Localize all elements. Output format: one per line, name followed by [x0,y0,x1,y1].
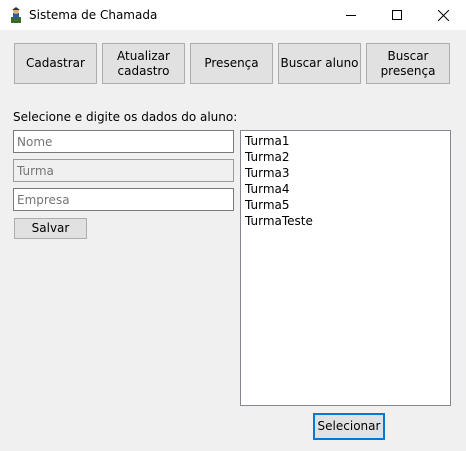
cadastrar-button[interactable]: Cadastrar [14,43,97,84]
list-item[interactable]: TurmaTeste [245,213,446,229]
minimize-icon [346,15,356,16]
maximize-icon [392,10,402,20]
title-bar: Sistema de Chamada [0,0,466,30]
close-icon [437,9,449,21]
nome-field[interactable] [13,130,234,153]
list-item[interactable]: Turma1 [245,133,446,149]
window-title: Sistema de Chamada [29,8,158,22]
presenca-button[interactable]: Presença [190,43,273,84]
empresa-field[interactable] [13,188,234,211]
buscar-aluno-button[interactable]: Buscar aluno [278,43,361,84]
salvar-button[interactable]: Salvar [14,218,87,239]
atualizar-cadastro-button[interactable]: Atualizar cadastro [102,43,185,84]
turmas-listbox[interactable]: Turma1 Turma2 Turma3 Turma4 Turma5 Turma… [240,130,451,406]
selecionar-button[interactable]: Selecionar [313,413,385,440]
turma-field [13,159,234,182]
list-item[interactable]: Turma4 [245,181,446,197]
maximize-button[interactable] [374,0,420,30]
list-item[interactable]: Turma3 [245,165,446,181]
buscar-presenca-button[interactable]: Buscar presença [366,43,450,84]
close-button[interactable] [420,0,466,30]
minimize-button[interactable] [328,0,374,30]
list-item[interactable]: Turma2 [245,149,446,165]
form-instruction: Selecione e digite os dados do aluno: [13,110,238,124]
app-icon [11,7,21,23]
list-item[interactable]: Turma5 [245,197,446,213]
